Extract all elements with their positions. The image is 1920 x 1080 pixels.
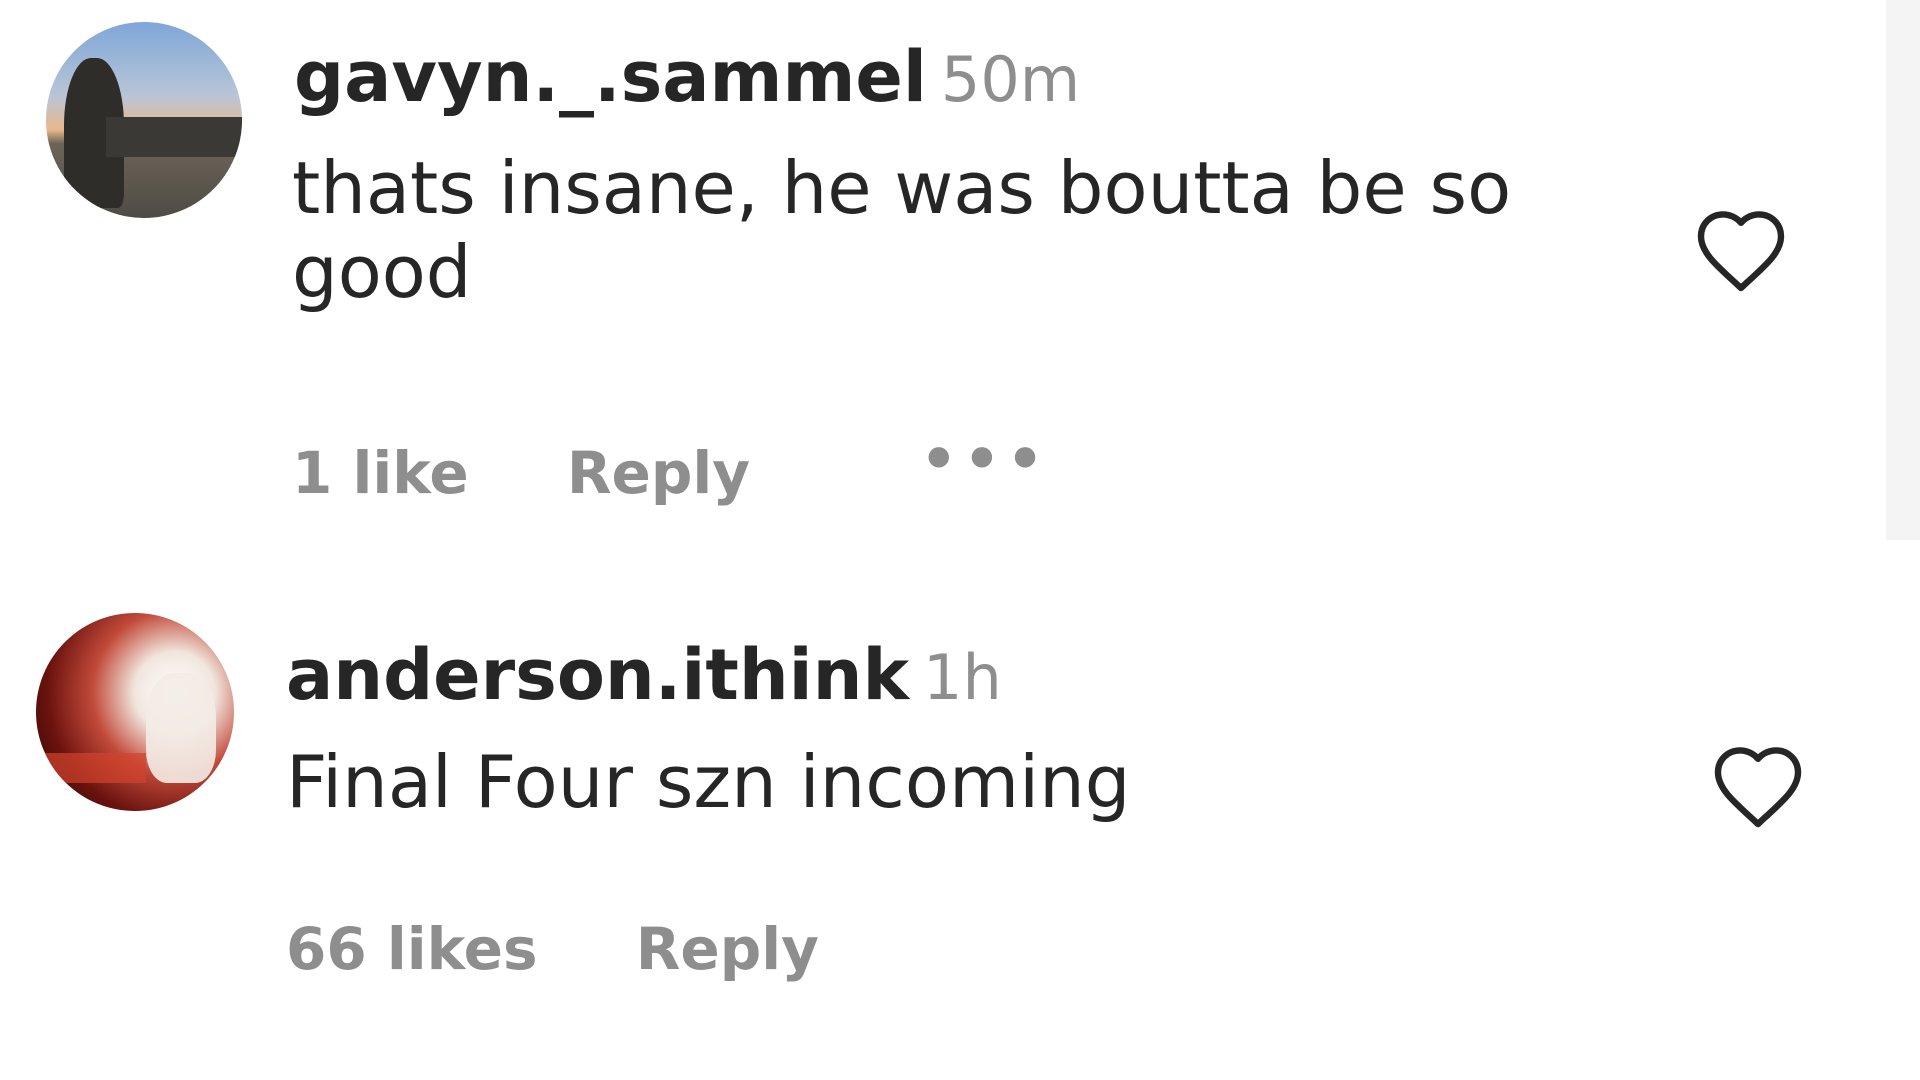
likes-count[interactable]: 1 like	[292, 444, 469, 502]
comments-panel: gavyn._.sammel 50m thats insane, he was b…	[0, 0, 1920, 1080]
more-options-button[interactable]: •••	[920, 430, 1049, 488]
comment-text: thats insane, he was boutta be so good	[292, 146, 1512, 314]
likes-count[interactable]: 66 likes	[286, 920, 538, 978]
comment-header: anderson.ithink 1h	[286, 640, 1002, 710]
comment-text: Final Four szn incoming	[286, 740, 1131, 824]
reply-button[interactable]: Reply	[567, 444, 750, 502]
username-link[interactable]: gavyn._.sammel	[294, 36, 927, 118]
comment-timestamp[interactable]: 1h	[923, 641, 1002, 714]
avatar[interactable]	[36, 613, 234, 811]
comment-actions: 66 likes Reply	[286, 920, 819, 978]
comment-item: anderson.ithink 1h Final Four szn incomin…	[0, 590, 1880, 1080]
scrollbar-track[interactable]	[1886, 0, 1920, 540]
reply-button[interactable]: Reply	[636, 920, 819, 978]
username-link[interactable]: anderson.ithink	[286, 634, 909, 716]
comment-actions: 1 like Reply •••	[292, 430, 1050, 502]
comment-header: gavyn._.sammel 50m	[294, 42, 1080, 112]
comment-item: gavyn._.sammel 50m thats insane, he was b…	[0, 0, 1880, 560]
heart-icon[interactable]	[1710, 742, 1806, 830]
heart-icon[interactable]	[1693, 206, 1789, 294]
avatar[interactable]	[46, 22, 242, 218]
comment-timestamp[interactable]: 50m	[941, 43, 1080, 116]
